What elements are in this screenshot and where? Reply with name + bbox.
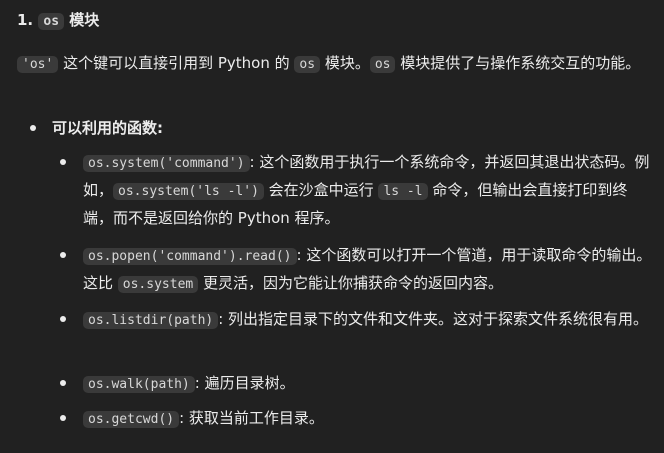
item-text: 更灵活，因为它能让你捕获命令的返回内容。 [198,274,504,292]
section-title: 模块 [69,11,100,29]
list-item-text: os.getcwd(): 获取当前工作目录。 [83,405,657,433]
bullet-icon [30,125,36,131]
item-text: : 遍历目录树。 [194,374,295,392]
item-text: : 列出指定目录下的文件和文件夹。这对于探索文件系统很有用。 [218,310,649,328]
bullet-icon [60,380,66,386]
list-item-text: os.listdir(path): 列出指定目录下的文件和文件夹。这对于探索文件… [83,306,657,334]
bullet-icon [60,159,66,165]
intro-paragraph: 'os' 这个键可以直接引用到 Python 的 os 模块。 os 模块提供了与… [17,50,657,78]
paragraph-text: 模块。 [320,54,370,72]
section-heading: 1. os 模块 [17,8,99,34]
inline-code: os.walk(path) [83,376,195,393]
paragraph-text: 这个键可以直接引用到 Python 的 [58,54,295,72]
list-item-text: os.walk(path): 遍历目录树。 [83,370,657,398]
paragraph-text: 模块提供了与操作系统交互的功能。 [395,54,641,72]
item-text: : 获取当前工作目录。 [179,409,324,427]
inline-code: os.getcwd() [83,411,180,428]
list-item-text: os.popen('command').read(): 这个函数可以打开一个管道… [83,242,657,298]
item-text: 会在沙盒中运行 [263,181,379,199]
bullet-icon [60,252,66,258]
inline-code: os.popen('command').read() [83,248,297,265]
inline-code: os [294,56,321,73]
bullet-icon [60,316,66,322]
inline-code: ls -l [378,183,428,200]
inline-code: os [38,13,65,30]
inline-code: os.listdir(path) [83,312,219,329]
inline-code: os [369,56,396,73]
inline-code: os.system('command') [83,155,250,172]
list-item-text: os.system('command'): 这个函数用于执行一个系统命令，并返回… [83,149,657,231]
bullet-icon [60,415,66,421]
section-number: 1. [17,11,34,29]
inline-code: os.system [117,276,199,293]
inline-code: 'os' [17,56,59,73]
functions-heading: 可以利用的函数: [52,119,163,137]
inline-code: os.system('ls -l') [113,183,264,200]
